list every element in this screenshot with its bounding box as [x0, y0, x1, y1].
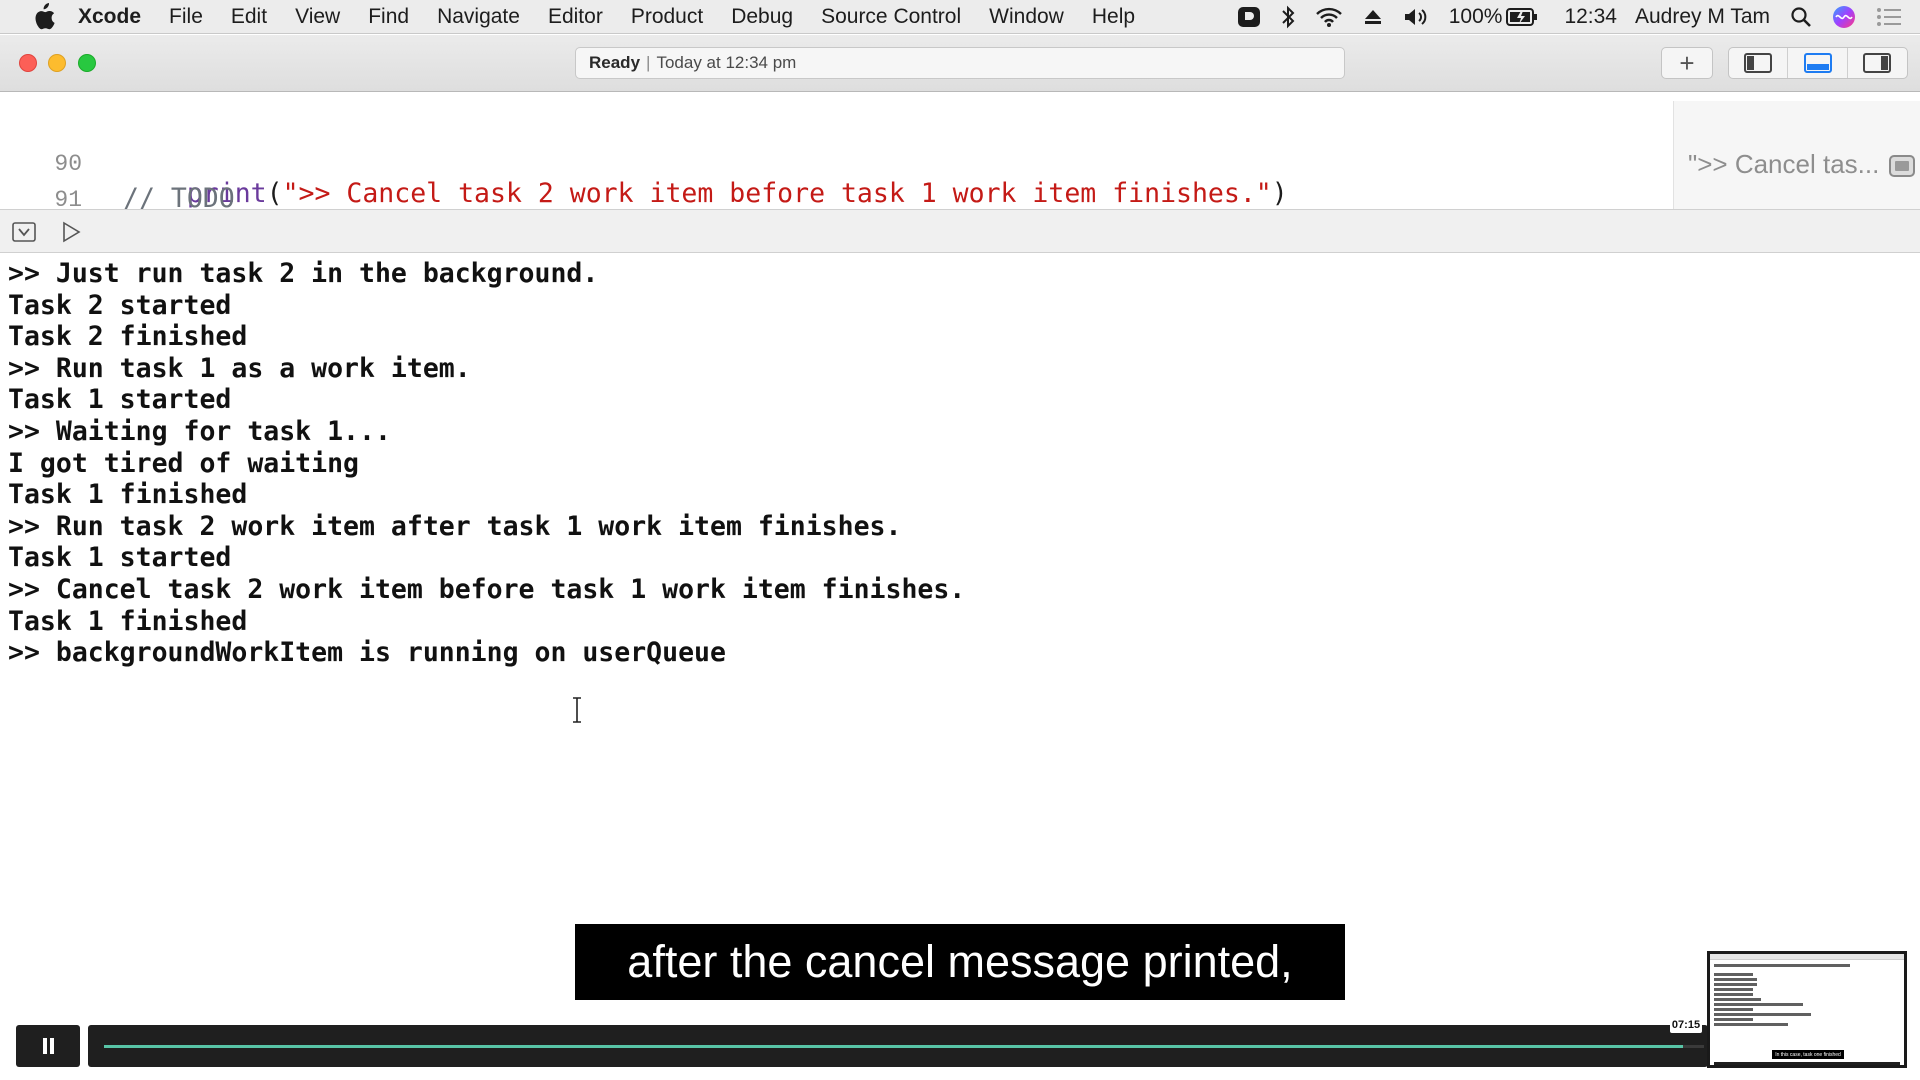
console-line: >> Cancel task 2 work item before task 1… [8, 573, 966, 605]
eject-icon[interactable] [1353, 0, 1393, 34]
console-output[interactable]: >> Just run task 2 in the background. Ta… [8, 258, 1908, 669]
menu-file[interactable]: File [155, 5, 217, 29]
toggle-inspector-button[interactable] [1848, 48, 1907, 78]
minimize-window-button[interactable] [48, 54, 66, 72]
menu-find[interactable]: Find [354, 5, 423, 29]
battery-icon[interactable] [1504, 0, 1548, 34]
menu-help[interactable]: Help [1078, 5, 1149, 29]
menu-edit[interactable]: Edit [217, 5, 281, 29]
line-number: 91 [54, 187, 82, 209]
apple-logo-icon[interactable] [24, 0, 60, 34]
text-cursor-icon [573, 697, 581, 723]
toggle-debug-area-button[interactable] [1788, 48, 1848, 78]
console-line: >> Waiting for task 1... [8, 415, 391, 447]
line-number: 90 [54, 151, 82, 177]
console-line: >> backgroundWorkItem is running on user… [8, 637, 726, 669]
status-separator: | [646, 53, 651, 72]
video-preview-thumbnail[interactable]: In this case, task one finished [1707, 951, 1907, 1068]
video-time-label: 07:15 [1670, 1017, 1702, 1033]
console-line: Task 1 started [8, 542, 232, 574]
video-progress-track[interactable] [88, 1025, 1708, 1067]
progress-fill [104, 1045, 1684, 1048]
console-line: >> Run task 1 as a work item. [8, 352, 471, 384]
bluetooth-icon[interactable] [1271, 0, 1305, 34]
menu-view[interactable]: View [281, 5, 354, 29]
build-status: Ready [589, 53, 641, 72]
console-line: Task 1 started [8, 384, 232, 416]
siri-icon[interactable] [1822, 0, 1866, 34]
open-paren: ( [266, 178, 283, 209]
bottom-panel-icon [1803, 53, 1832, 73]
debug-bar [0, 209, 1920, 253]
notification-center-icon[interactable] [1866, 0, 1920, 34]
wifi-icon[interactable] [1305, 0, 1353, 34]
user-name[interactable]: Audrey M Tam [1627, 0, 1780, 34]
code-line-90[interactable]: print(">> Cancel task 2 work item before… [123, 147, 1288, 209]
close-window-button[interactable] [19, 54, 37, 72]
console-line: Task 1 finished [8, 605, 248, 637]
quick-look-icon[interactable] [1889, 155, 1915, 177]
menu-editor[interactable]: Editor [534, 5, 617, 29]
spotlight-search-icon[interactable] [1780, 0, 1822, 34]
panel-toggle-group [1728, 47, 1908, 79]
right-panel-icon [1863, 53, 1892, 73]
library-add-button[interactable]: + [1661, 47, 1713, 79]
result-preview[interactable]: ">> Cancel tas... [1688, 149, 1879, 180]
progress-line [104, 1045, 1704, 1048]
menu-debug[interactable]: Debug [717, 5, 807, 29]
clock[interactable]: 12:34 [1548, 0, 1627, 34]
left-panel-icon [1744, 53, 1773, 73]
video-caption: after the cancel message printed, [575, 924, 1345, 1000]
console-line: Task 1 finished [8, 479, 248, 511]
console-line: >> Just run task 2 in the background. [8, 258, 599, 289]
record-icon[interactable] [1227, 0, 1271, 34]
thumbnail-caption: In this case, task one finished [1772, 1050, 1844, 1059]
menu-product[interactable]: Product [617, 5, 717, 29]
console-line: I got tired of waiting [8, 447, 359, 479]
menu-source-control[interactable]: Source Control [807, 5, 975, 29]
console-line: Task 2 started [8, 289, 232, 321]
volume-icon[interactable] [1393, 0, 1439, 34]
video-player-controls [0, 1015, 1920, 1080]
close-paren: ) [1271, 178, 1288, 209]
menu-bar: Xcode File Edit View Find Navigate Edito… [0, 0, 1920, 34]
toggle-navigator-button[interactable] [1729, 48, 1789, 78]
window-toolbar: Ready | Today at 12:34 pm + [0, 35, 1920, 92]
code-line-91[interactable]: // TODO [123, 183, 235, 209]
battery-percent: 100% [1448, 5, 1503, 28]
string-literal: ">> Cancel task 2 work item before task … [282, 178, 1272, 209]
activity-viewer: Ready | Today at 12:34 pm [575, 47, 1345, 79]
hide-debug-area-icon[interactable] [12, 222, 36, 242]
run-playground-icon[interactable] [60, 221, 82, 243]
menu-navigate[interactable]: Navigate [423, 5, 534, 29]
plus-icon: + [1679, 47, 1695, 78]
status-timestamp: Today at 12:34 pm [656, 53, 797, 72]
zoom-window-button[interactable] [78, 54, 96, 72]
console-line: >> Run task 2 work item after task 1 wor… [8, 510, 902, 542]
menu-app-name[interactable]: Xcode [70, 5, 155, 29]
playground-results-sidebar: ">> Cancel tas... [1673, 101, 1920, 209]
pause-button[interactable] [16, 1025, 80, 1067]
source-editor[interactable]: 90 print(">> Cancel task 2 work item bef… [0, 101, 1920, 209]
console-line: Task 2 finished [8, 321, 248, 353]
menu-window[interactable]: Window [975, 5, 1078, 29]
